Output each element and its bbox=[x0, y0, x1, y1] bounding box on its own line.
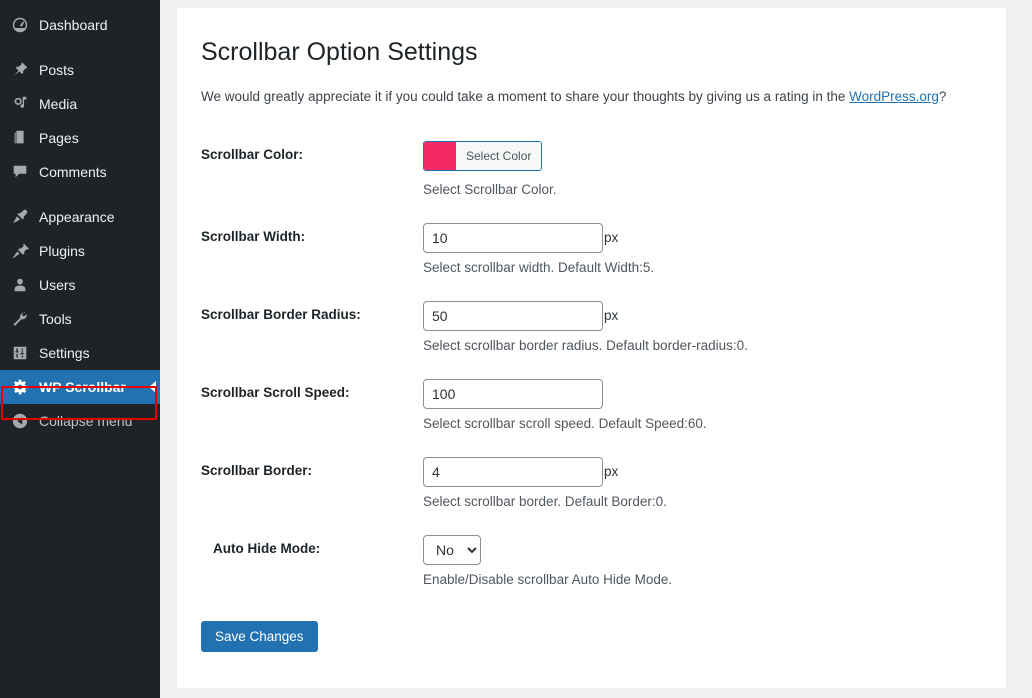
field-row-scrollbar-border: Scrollbar Border: px Select scrollbar bo… bbox=[201, 457, 976, 509]
control-scrollbar-width: px Select scrollbar width. Default Width… bbox=[423, 223, 976, 275]
desc-scrollbar-color: Select Scrollbar Color. bbox=[423, 182, 976, 197]
gear-icon bbox=[10, 377, 30, 397]
select-color-button[interactable]: Select Color bbox=[423, 141, 542, 171]
admin-sidebar: Dashboard Posts Media Pages Comments bbox=[0, 0, 160, 698]
main-content: Scrollbar Option Settings We would great… bbox=[160, 0, 1032, 698]
sidebar-item-comments[interactable]: Comments bbox=[0, 155, 160, 189]
label-scrollbar-scroll-speed: Scrollbar Scroll Speed: bbox=[201, 379, 423, 400]
sidebar-item-label: Users bbox=[39, 278, 76, 292]
user-icon bbox=[10, 275, 30, 295]
paintbrush-icon bbox=[10, 207, 30, 227]
rating-note-text-before: We would greatly appreciate it if you co… bbox=[201, 89, 849, 104]
unit-px-width: px bbox=[604, 230, 618, 245]
save-changes-button[interactable]: Save Changes bbox=[201, 621, 318, 652]
desc-scrollbar-width: Select scrollbar width. Default Width:5. bbox=[423, 260, 976, 275]
desc-scrollbar-border: Select scrollbar border. Default Border:… bbox=[423, 494, 976, 509]
sidebar-item-label: Posts bbox=[39, 63, 74, 77]
sidebar-item-label: Pages bbox=[39, 131, 79, 145]
sidebar-item-label: Tools bbox=[39, 312, 72, 326]
auto-hide-mode-select[interactable]: NoYes bbox=[423, 535, 481, 565]
pages-icon bbox=[10, 128, 30, 148]
rating-note-text-after: ? bbox=[939, 89, 947, 104]
sidebar-item-plugins[interactable]: Plugins bbox=[0, 234, 160, 268]
pin-icon bbox=[10, 60, 30, 80]
circle-arrow-left-icon bbox=[10, 411, 30, 431]
label-auto-hide-mode: Auto Hide Mode: bbox=[201, 535, 423, 556]
dashboard-icon bbox=[10, 15, 30, 35]
desc-auto-hide-mode: Enable/Disable scrollbar Auto Hide Mode. bbox=[423, 572, 976, 587]
scrollbar-width-input[interactable] bbox=[423, 223, 603, 253]
desc-scrollbar-border-radius: Select scrollbar border radius. Default … bbox=[423, 338, 976, 353]
label-scrollbar-border: Scrollbar Border: bbox=[201, 457, 423, 478]
rating-note: We would greatly appreciate it if you co… bbox=[201, 87, 976, 107]
sidebar-collapse-menu[interactable]: Collapse menu bbox=[0, 404, 160, 438]
wordpress-org-link[interactable]: WordPress.org bbox=[849, 89, 939, 104]
sidebar-item-label: Appearance bbox=[39, 210, 115, 224]
sidebar-item-label: Settings bbox=[39, 346, 90, 360]
field-row-scrollbar-border-radius: Scrollbar Border Radius: px Select scrol… bbox=[201, 301, 976, 353]
sidebar-item-label: Comments bbox=[39, 165, 107, 179]
label-scrollbar-width: Scrollbar Width: bbox=[201, 223, 423, 244]
scrollbar-scroll-speed-input[interactable] bbox=[423, 379, 603, 409]
field-row-scrollbar-width: Scrollbar Width: px Select scrollbar wid… bbox=[201, 223, 976, 275]
control-scrollbar-border: px Select scrollbar border. Default Bord… bbox=[423, 457, 976, 509]
plug-icon bbox=[10, 241, 30, 261]
control-scrollbar-color: Select Color Select Scrollbar Color. bbox=[423, 141, 976, 197]
field-row-scrollbar-color: Scrollbar Color: Select Color Select Scr… bbox=[201, 141, 976, 197]
wrench-icon bbox=[10, 309, 30, 329]
control-auto-hide-mode: NoYes Enable/Disable scrollbar Auto Hide… bbox=[423, 535, 976, 587]
label-scrollbar-border-radius: Scrollbar Border Radius: bbox=[201, 301, 423, 322]
control-scrollbar-scroll-speed: Select scrollbar scroll speed. Default S… bbox=[423, 379, 976, 431]
select-color-label: Select Color bbox=[456, 142, 541, 170]
sidebar-collapse-label: Collapse menu bbox=[39, 414, 132, 428]
field-row-auto-hide-mode: Auto Hide Mode: NoYes Enable/Disable scr… bbox=[201, 535, 976, 587]
sidebar-item-wp-scrollbar[interactable]: WP Scrollbar bbox=[0, 370, 160, 404]
admin-screen: Dashboard Posts Media Pages Comments bbox=[0, 0, 1032, 698]
sidebar-item-label: Plugins bbox=[39, 244, 85, 258]
sidebar-item-label: WP Scrollbar bbox=[39, 380, 126, 394]
unit-px-border-radius: px bbox=[604, 308, 618, 323]
save-row: Save Changes bbox=[201, 621, 976, 652]
field-row-scrollbar-scroll-speed: Scrollbar Scroll Speed: Select scrollbar… bbox=[201, 379, 976, 431]
scrollbar-border-input[interactable] bbox=[423, 457, 603, 487]
media-icon bbox=[10, 94, 30, 114]
sliders-icon bbox=[10, 343, 30, 363]
label-scrollbar-color: Scrollbar Color: bbox=[201, 141, 423, 162]
sidebar-item-tools[interactable]: Tools bbox=[0, 302, 160, 336]
scrollbar-border-radius-input[interactable] bbox=[423, 301, 603, 331]
sidebar-item-label: Media bbox=[39, 97, 77, 111]
sidebar-item-label: Dashboard bbox=[39, 18, 108, 32]
sidebar-item-pages[interactable]: Pages bbox=[0, 121, 160, 155]
sidebar-item-media[interactable]: Media bbox=[0, 87, 160, 121]
comments-icon bbox=[10, 162, 30, 182]
sidebar-item-users[interactable]: Users bbox=[0, 268, 160, 302]
submenu-arrow-icon bbox=[149, 381, 156, 393]
desc-scrollbar-scroll-speed: Select scrollbar scroll speed. Default S… bbox=[423, 416, 976, 431]
sidebar-item-appearance[interactable]: Appearance bbox=[0, 200, 160, 234]
settings-card: Scrollbar Option Settings We would great… bbox=[177, 8, 1006, 688]
control-scrollbar-border-radius: px Select scrollbar border radius. Defau… bbox=[423, 301, 976, 353]
sidebar-item-posts[interactable]: Posts bbox=[0, 53, 160, 87]
sidebar-item-settings[interactable]: Settings bbox=[0, 336, 160, 370]
color-swatch[interactable] bbox=[424, 142, 456, 170]
unit-px-border: px bbox=[604, 464, 618, 479]
sidebar-item-dashboard[interactable]: Dashboard bbox=[0, 8, 160, 42]
page-title: Scrollbar Option Settings bbox=[201, 36, 976, 69]
